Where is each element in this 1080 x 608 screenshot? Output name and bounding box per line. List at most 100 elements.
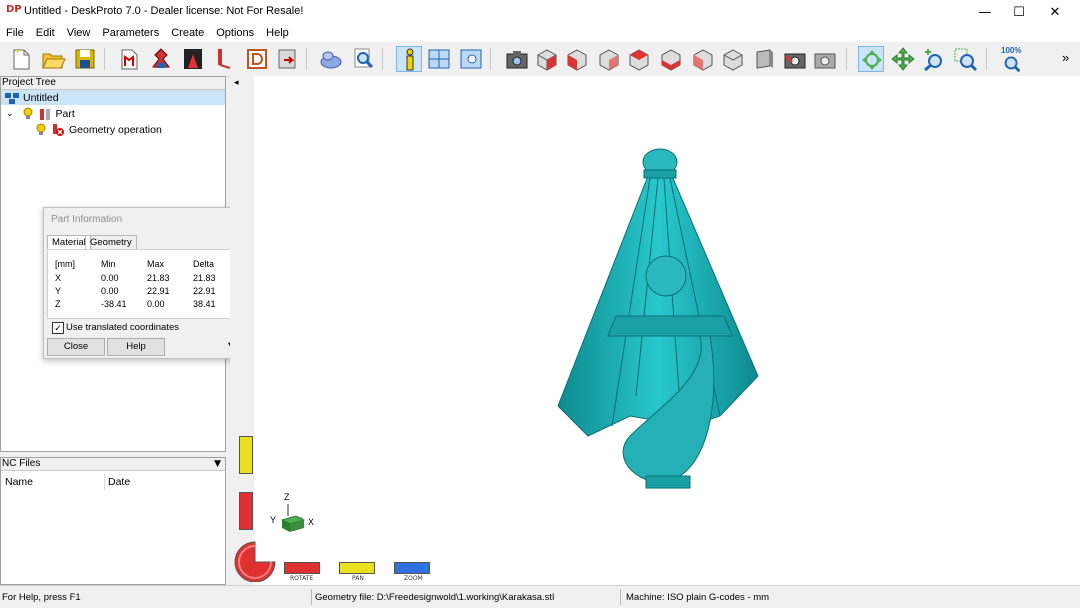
table-header: Delta [193,259,215,269]
mouse-rotate-label: ROTATE [290,575,314,582]
3d-viewport[interactable]: ◂ Z Y X ROTATE PAN ZOOM [230,76,1080,585]
rotate-mode-button[interactable] [858,46,884,72]
table-cell: 0.00 [101,273,119,283]
axis-x-label: X [308,517,315,527]
help-button[interactable]: Help [107,338,165,356]
column-header-date[interactable]: Date [108,476,130,488]
column-header-name[interactable]: Name [5,476,33,488]
menu-create[interactable]: Create [165,27,210,39]
rotate-knob[interactable] [239,492,253,530]
menu-file[interactable]: File [0,27,30,39]
table-cell: X [55,273,62,283]
screenshot-button[interactable] [782,46,808,72]
menu-options[interactable]: Options [210,27,260,39]
zoom-window-button[interactable] [952,46,978,72]
table-header: [mm] [55,259,75,269]
dialog-title: Part Information [51,214,123,225]
status-machine: Machine: ISO plain G-codes - mm [626,592,770,603]
tree-item-part[interactable]: ⌄ Part [1,106,75,121]
render-button[interactable] [812,46,838,72]
view-back-button[interactable] [626,46,652,72]
checkbox-label: Use translated coordinates [66,322,180,333]
maximize-button[interactable]: ☐ [1002,0,1036,24]
pan-knob[interactable] [239,436,253,474]
mouse-pan-icon [339,562,375,574]
operation-error-icon [53,123,64,136]
tree-item-operation[interactable]: Geometry operation [1,122,162,137]
table-cell: 0.00 [101,286,119,296]
title-bar: DP Untitled - DeskProto 7.0 - Dealer lic… [0,0,1080,24]
status-geometry-file: Geometry file: D:\Freedesignwold\1.worki… [315,592,555,603]
table-cell: Y [55,286,62,296]
mouse-zoom-label: ZOOM [404,575,423,582]
part-parameters-button[interactable] [148,46,174,72]
export-button[interactable] [274,46,300,72]
part-geometry-button[interactable] [116,46,142,72]
translated-coordinates-checkbox[interactable]: ✓ [52,322,64,334]
pan-mode-button[interactable] [890,46,916,72]
tree-item-project[interactable]: Untitled [1,90,225,105]
new-project-button[interactable] [8,46,34,72]
chevron-down-icon[interactable]: ⌄ [6,109,14,119]
project-tree-header: Project Tree [1,77,225,90]
info-button[interactable] [396,46,422,72]
lightbulb-icon[interactable] [35,123,47,137]
status-help-text: For Help, press F1 [2,592,81,603]
mouse-zoom-icon [394,562,430,574]
project-icon [5,92,19,104]
view-window-button[interactable] [458,46,484,72]
menu-view[interactable]: View [61,27,97,39]
close-button[interactable]: Close [47,338,105,356]
simulation-button[interactable] [318,46,344,72]
rotate-wheel-icon[interactable] [232,538,278,582]
table-cell: 22.91 [193,286,216,296]
table-cell: Z [55,299,61,309]
view-right-button[interactable] [596,46,622,72]
part-icon [39,108,50,120]
zoom-mode-button[interactable] [920,46,946,72]
split-view-button[interactable] [426,46,452,72]
tree-label-part: Part [55,107,75,120]
table-cell: 21.83 [193,273,216,283]
toolbar: 100% » [0,42,1080,77]
nc-files-header: NC Files [2,458,41,469]
view-bottom-button[interactable] [720,46,746,72]
view-box-button[interactable] [752,46,778,72]
3d-model[interactable] [550,146,770,496]
axis-indicator-icon [280,504,306,532]
toolbar-overflow-button[interactable]: » [1062,50,1069,65]
axis-z-label: Z [284,492,290,502]
view-left-button[interactable] [658,46,684,72]
menu-help[interactable]: Help [260,27,295,39]
mouse-rotate-icon [284,562,320,574]
status-bar: For Help, press F1 Geometry file: D:\Fre… [0,585,1080,608]
view-top-button[interactable] [690,46,716,72]
collapse-arrow-icon[interactable]: ◂ [234,78,239,88]
table-cell: 0.00 [147,299,165,309]
table-cell: 38.41 [193,299,216,309]
menu-bar: File Edit View Parameters Create Options… [0,24,1080,42]
cutter-button[interactable] [212,46,238,72]
open-project-button[interactable] [40,46,66,72]
nc-files-panel: NC Files ▼ Name Date [0,457,226,585]
minimize-button[interactable]: — [968,0,1002,24]
camera-button[interactable] [504,46,530,72]
view-iso-button[interactable] [534,46,560,72]
window-title: Untitled - DeskProto 7.0 - Dealer licens… [24,5,304,17]
table-cell: -38.41 [101,299,127,309]
dimensions-table: [mm] Min Max Delta X 0.00 21.83 21.83 Y … [47,249,244,319]
zoom-100-button[interactable]: 100% [998,46,1028,73]
part-information-dialog: Part Information Material Geometry [mm] … [43,207,248,359]
preview-button[interactable] [350,46,376,72]
menu-edit[interactable]: Edit [30,27,61,39]
menu-parameters[interactable]: Parameters [96,27,165,39]
table-header: Max [147,259,165,269]
operation-button[interactable] [244,46,270,72]
save-project-button[interactable] [72,46,98,72]
dropdown-arrow-icon[interactable]: ▼ [214,458,221,470]
view-front-button[interactable] [564,46,590,72]
close-window-button[interactable]: ✕ [1038,0,1072,24]
lightbulb-icon[interactable] [22,107,34,121]
table-header: Min [101,259,116,269]
machine-parameters-button[interactable] [180,46,206,72]
